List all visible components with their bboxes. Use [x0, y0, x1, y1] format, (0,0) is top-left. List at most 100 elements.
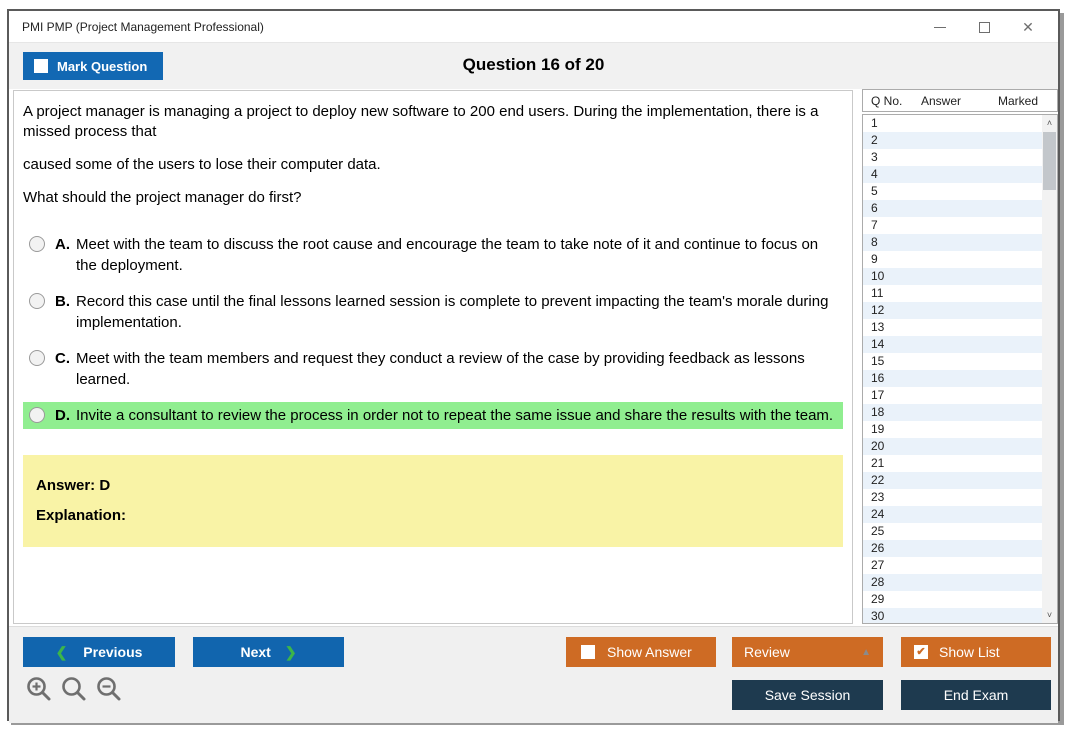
question-list-row[interactable]: 8 — [863, 234, 1042, 251]
previous-button[interactable]: ❮ Previous — [23, 637, 175, 667]
question-list-row[interactable]: 6 — [863, 200, 1042, 217]
option-body: B.Record this case until the final lesso… — [55, 291, 839, 333]
question-paragraph: A project manager is managing a project … — [23, 102, 843, 142]
zoom-out-icon[interactable] — [95, 675, 123, 703]
question-list-row[interactable]: 26 — [863, 540, 1042, 557]
answer-option[interactable]: D.Invite a consultant to review the proc… — [23, 402, 843, 429]
chevron-left-icon: ❮ — [56, 644, 68, 661]
minimize-icon — [934, 27, 946, 28]
question-panel: A project manager is managing a project … — [13, 90, 853, 624]
app-window: PMI PMP (Project Management Professional… — [7, 9, 1060, 721]
question-list-row[interactable]: 18 — [863, 404, 1042, 421]
option-radio[interactable] — [29, 293, 45, 309]
question-list-row[interactable]: 29 — [863, 591, 1042, 608]
chevron-right-icon: ❯ — [285, 644, 297, 661]
previous-label: Previous — [83, 644, 142, 660]
question-list-row[interactable]: 17 — [863, 387, 1042, 404]
question-list-row[interactable]: 5 — [863, 183, 1042, 200]
option-letter: B. — [55, 291, 70, 333]
question-list-row[interactable]: 23 — [863, 489, 1042, 506]
answer-box: Answer: D Explanation: — [23, 455, 843, 547]
answer-value: Answer: D — [36, 477, 830, 494]
show-answer-checkbox[interactable] — [581, 645, 595, 659]
question-list-header: Q No. Answer Marked — [862, 89, 1058, 112]
question-list-row[interactable]: 30 — [863, 608, 1042, 624]
option-text: Record this case until the final lessons… — [76, 291, 839, 333]
question-list-row[interactable]: 1 — [863, 115, 1042, 132]
titlebar: PMI PMP (Project Management Professional… — [9, 11, 1058, 43]
question-list-row[interactable]: 21 — [863, 455, 1042, 472]
zoom-reset-icon[interactable] — [60, 675, 88, 703]
maximize-button[interactable] — [962, 11, 1006, 43]
option-body: C.Meet with the team members and request… — [55, 348, 839, 390]
zoom-in-icon[interactable] — [25, 675, 53, 703]
bottom-bar: ❮ Previous Next ❯ Show Answer Review ▲ ✔… — [9, 626, 1058, 723]
answer-option[interactable]: A.Meet with the team to discuss the root… — [23, 231, 843, 279]
question-list-row[interactable]: 24 — [863, 506, 1042, 523]
maximize-icon — [979, 22, 990, 33]
review-label: Review — [744, 644, 790, 660]
next-label: Next — [240, 644, 270, 660]
header-band: Mark Question Question 16 of 20 — [9, 43, 1058, 89]
question-rows: 1234567891011121314151617181920212223242… — [863, 115, 1042, 624]
option-radio[interactable] — [29, 350, 45, 366]
end-exam-label: End Exam — [944, 687, 1009, 703]
question-list-row[interactable]: 19 — [863, 421, 1042, 438]
zoom-controls — [25, 675, 123, 703]
window-controls: ✕ — [918, 11, 1050, 43]
column-answer: Answer — [921, 94, 993, 108]
answer-option[interactable]: B.Record this case until the final lesso… — [23, 288, 843, 336]
option-radio[interactable] — [29, 407, 45, 423]
question-list-row[interactable]: 4 — [863, 166, 1042, 183]
option-letter: C. — [55, 348, 70, 390]
scrollbar-thumb[interactable] — [1043, 132, 1056, 190]
option-body: D.Invite a consultant to review the proc… — [55, 405, 839, 426]
question-list-row[interactable]: 12 — [863, 302, 1042, 319]
show-list-label: Show List — [939, 644, 1000, 660]
show-list-checkbox[interactable]: ✔ — [914, 645, 928, 659]
review-button[interactable]: Review ▲ — [732, 637, 883, 667]
minimize-button[interactable] — [918, 11, 962, 43]
question-list-row[interactable]: 25 — [863, 523, 1042, 540]
question-list-row[interactable]: 14 — [863, 336, 1042, 353]
option-letter: A. — [55, 234, 70, 276]
close-button[interactable]: ✕ — [1006, 11, 1050, 43]
option-radio[interactable] — [29, 236, 45, 252]
question-list-row[interactable]: 22 — [863, 472, 1042, 489]
question-list-sidebar: Q No. Answer Marked 12345678910111213141… — [862, 89, 1058, 624]
question-paragraph: caused some of the users to lose their c… — [23, 155, 843, 175]
question-counter: Question 16 of 20 — [9, 55, 1058, 75]
question-list-row[interactable]: 7 — [863, 217, 1042, 234]
option-text: Meet with the team to discuss the root c… — [76, 234, 839, 276]
question-list-row[interactable]: 10 — [863, 268, 1042, 285]
save-session-button[interactable]: Save Session — [732, 680, 883, 710]
question-list-row[interactable]: 20 — [863, 438, 1042, 455]
show-answer-label: Show Answer — [607, 644, 692, 660]
end-exam-button[interactable]: End Exam — [901, 680, 1051, 710]
question-list-row[interactable]: 15 — [863, 353, 1042, 370]
question-list-row[interactable]: 9 — [863, 251, 1042, 268]
question-text: A project manager is managing a project … — [23, 102, 843, 208]
question-list-row[interactable]: 11 — [863, 285, 1042, 302]
question-list-row[interactable]: 16 — [863, 370, 1042, 387]
option-letter: D. — [55, 405, 70, 426]
scrollbar[interactable]: ˄ ˅ — [1042, 115, 1057, 623]
question-list-row[interactable]: 2 — [863, 132, 1042, 149]
column-qno: Q No. — [863, 94, 921, 108]
scroll-up-icon[interactable]: ˄ — [1042, 115, 1057, 131]
question-list-row[interactable]: 3 — [863, 149, 1042, 166]
question-list-row[interactable]: 28 — [863, 574, 1042, 591]
window-title: PMI PMP (Project Management Professional… — [22, 20, 264, 34]
option-text: Meet with the team members and request t… — [76, 348, 839, 390]
question-list-row[interactable]: 13 — [863, 319, 1042, 336]
question-list-row[interactable]: 27 — [863, 557, 1042, 574]
question-list: 1234567891011121314151617181920212223242… — [862, 114, 1058, 624]
close-icon: ✕ — [1022, 20, 1034, 34]
scroll-down-icon[interactable]: ˅ — [1042, 607, 1057, 623]
next-button[interactable]: Next ❯ — [193, 637, 344, 667]
answer-option[interactable]: C.Meet with the team members and request… — [23, 345, 843, 393]
explanation-label: Explanation: — [36, 507, 830, 524]
show-answer-button[interactable]: Show Answer — [566, 637, 716, 667]
show-list-button[interactable]: ✔ Show List — [901, 637, 1051, 667]
column-marked: Marked — [993, 94, 1057, 108]
